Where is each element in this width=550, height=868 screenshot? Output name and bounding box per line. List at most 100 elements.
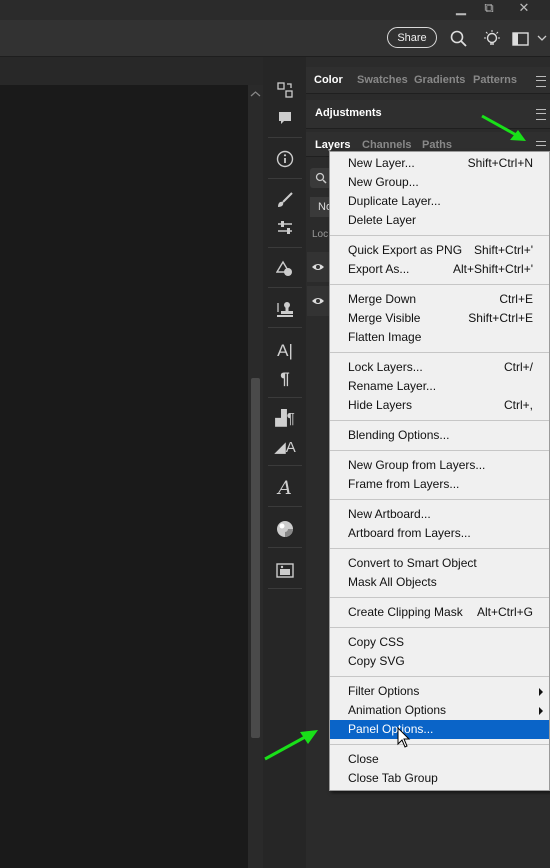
menu-item-label: Close Tab Group [348, 771, 438, 785]
menu-item-label: Mask All Objects [348, 575, 437, 589]
tool-separator [268, 327, 302, 328]
menu-item-label: Copy SVG [348, 654, 405, 668]
menu-item[interactable]: Delete Layer [330, 211, 549, 230]
comment-icon[interactable] [266, 104, 304, 132]
menu-item[interactable]: Mask All Objects [330, 573, 549, 592]
material-icon[interactable] [266, 515, 304, 543]
menu-item[interactable]: Flatten Image [330, 328, 549, 347]
menu-item[interactable]: Frame from Layers... [330, 475, 549, 494]
search-icon[interactable] [450, 30, 468, 48]
submenu-arrow-icon [539, 707, 543, 715]
menu-item-shortcut: Alt+Ctrl+G [476, 605, 533, 619]
menu-item[interactable]: Copy CSS [330, 633, 549, 652]
menu-separator [330, 235, 549, 236]
panel-menu-icon[interactable] [536, 109, 546, 120]
annotation-arrow-icon [264, 730, 318, 761]
tab-channels[interactable]: Channels [362, 139, 412, 151]
minimize-icon[interactable]: ▁ [447, 0, 475, 16]
menu-item[interactable]: Rename Layer... [330, 377, 549, 396]
canvas-area[interactable] [0, 85, 248, 868]
brush-icon[interactable] [266, 186, 304, 214]
blend-mode-select[interactable]: No [310, 197, 329, 217]
menu-item-label: Delete Layer [348, 213, 417, 227]
menu-separator [330, 548, 549, 549]
menu-item[interactable]: Artboard from Layers... [330, 524, 549, 543]
menu-item[interactable]: Quick Export as PNG Shift+Ctrl+' [330, 241, 549, 260]
adjust-icon[interactable] [266, 214, 304, 242]
tab-layers[interactable]: Layers [315, 139, 350, 151]
menu-item-label: Filter Options [348, 684, 420, 698]
tab-color[interactable]: Color [314, 74, 343, 86]
menu-item[interactable]: Close Tab Group [330, 769, 549, 788]
scroll-up-icon[interactable] [250, 90, 261, 98]
chevron-down-icon[interactable] [537, 34, 547, 42]
tab-swatches[interactable]: Swatches [357, 74, 408, 86]
layer-row[interactable] [307, 252, 329, 282]
tab-patterns[interactable]: Patterns [473, 74, 517, 86]
tab-paths[interactable]: Paths [422, 139, 452, 151]
menu-item[interactable]: Create Clipping Mask Alt+Ctrl+G [330, 603, 549, 622]
menu-item-label: Export As... [348, 262, 410, 276]
menu-item-label: Convert to Smart Object [348, 556, 477, 570]
menu-item[interactable]: New Group from Layers... [330, 456, 549, 475]
menu-item-shortcut: Alt+Shift+Ctrl+' [453, 262, 533, 276]
menu-item[interactable]: Hide Layers Ctrl+, [330, 396, 549, 415]
menu-separator [330, 499, 549, 500]
restore-icon[interactable]: ⧉ [475, 0, 503, 16]
tab-gradients[interactable]: Gradients [414, 74, 465, 86]
character-style-icon[interactable]: ◢A [266, 434, 304, 462]
tool-separator [268, 465, 302, 466]
menu-item[interactable]: New Artboard... [330, 505, 549, 524]
glyph-icon[interactable]: A [266, 474, 304, 502]
menu-item-label: Flatten Image [348, 330, 422, 344]
tab-adjustments[interactable]: Adjustments [315, 107, 382, 119]
menu-item[interactable]: Blending Options... [330, 426, 549, 445]
character-icon[interactable]: A| [266, 337, 304, 365]
menu-separator [330, 284, 549, 285]
menu-item[interactable]: Copy SVG [330, 652, 549, 671]
annotation-arrow-icon [481, 114, 526, 141]
paragraph-icon[interactable]: ¶ [266, 365, 304, 393]
menu-item[interactable]: Filter Options [330, 682, 549, 701]
layer-filter-box[interactable] [310, 168, 329, 188]
tool-separator [268, 178, 302, 179]
menu-item[interactable]: Duplicate Layer... [330, 192, 549, 211]
menu-separator [330, 450, 549, 451]
share-button[interactable]: Share [387, 27, 437, 48]
cursor-icon [397, 727, 411, 748]
close-icon[interactable]: ✕ [510, 0, 538, 16]
shape-icon[interactable] [266, 255, 304, 283]
menu-item[interactable]: Panel Options... [330, 720, 549, 739]
eye-icon[interactable] [311, 296, 325, 306]
panel-menu-icon[interactable] [536, 76, 546, 87]
tool-separator [268, 506, 302, 507]
menu-item[interactable]: New Layer... Shift+Ctrl+N [330, 154, 549, 173]
menu-item[interactable]: Merge Visible Shift+Ctrl+E [330, 309, 549, 328]
menu-item[interactable]: Merge Down Ctrl+E [330, 290, 549, 309]
image-icon[interactable] [266, 556, 304, 584]
info-icon[interactable] [266, 145, 304, 173]
tool-separator [268, 247, 302, 248]
menu-item[interactable]: New Group... [330, 173, 549, 192]
menu-item[interactable]: Convert to Smart Object [330, 554, 549, 573]
menu-item-label: Animation Options [348, 703, 447, 717]
menu-item-label: New Group from Layers... [348, 458, 486, 472]
stamp-icon[interactable] [266, 295, 304, 323]
menu-item[interactable]: Close [330, 750, 549, 769]
menu-item[interactable]: Animation Options [330, 701, 549, 720]
menu-item[interactable]: Lock Layers... Ctrl+/ [330, 358, 549, 377]
eye-icon[interactable] [311, 262, 325, 272]
workspace-icon[interactable] [512, 31, 530, 47]
scrollbar-thumb[interactable] [251, 378, 260, 738]
menu-item-label: Hide Layers [348, 398, 413, 412]
menu-item-label: Close [348, 752, 379, 766]
menu-item[interactable]: Export As... Alt+Shift+Ctrl+' [330, 260, 549, 279]
history-icon[interactable] [266, 76, 304, 104]
layer-row[interactable] [307, 286, 329, 316]
submenu-arrow-icon [539, 688, 543, 696]
paragraph-style-icon[interactable]: ▟¶ [266, 405, 304, 433]
menu-item-label: Artboard from Layers... [348, 526, 471, 540]
menu-item-label: Panel Options... [348, 722, 434, 736]
menu-item-label: Copy CSS [348, 635, 405, 649]
bulb-icon[interactable] [482, 29, 502, 49]
